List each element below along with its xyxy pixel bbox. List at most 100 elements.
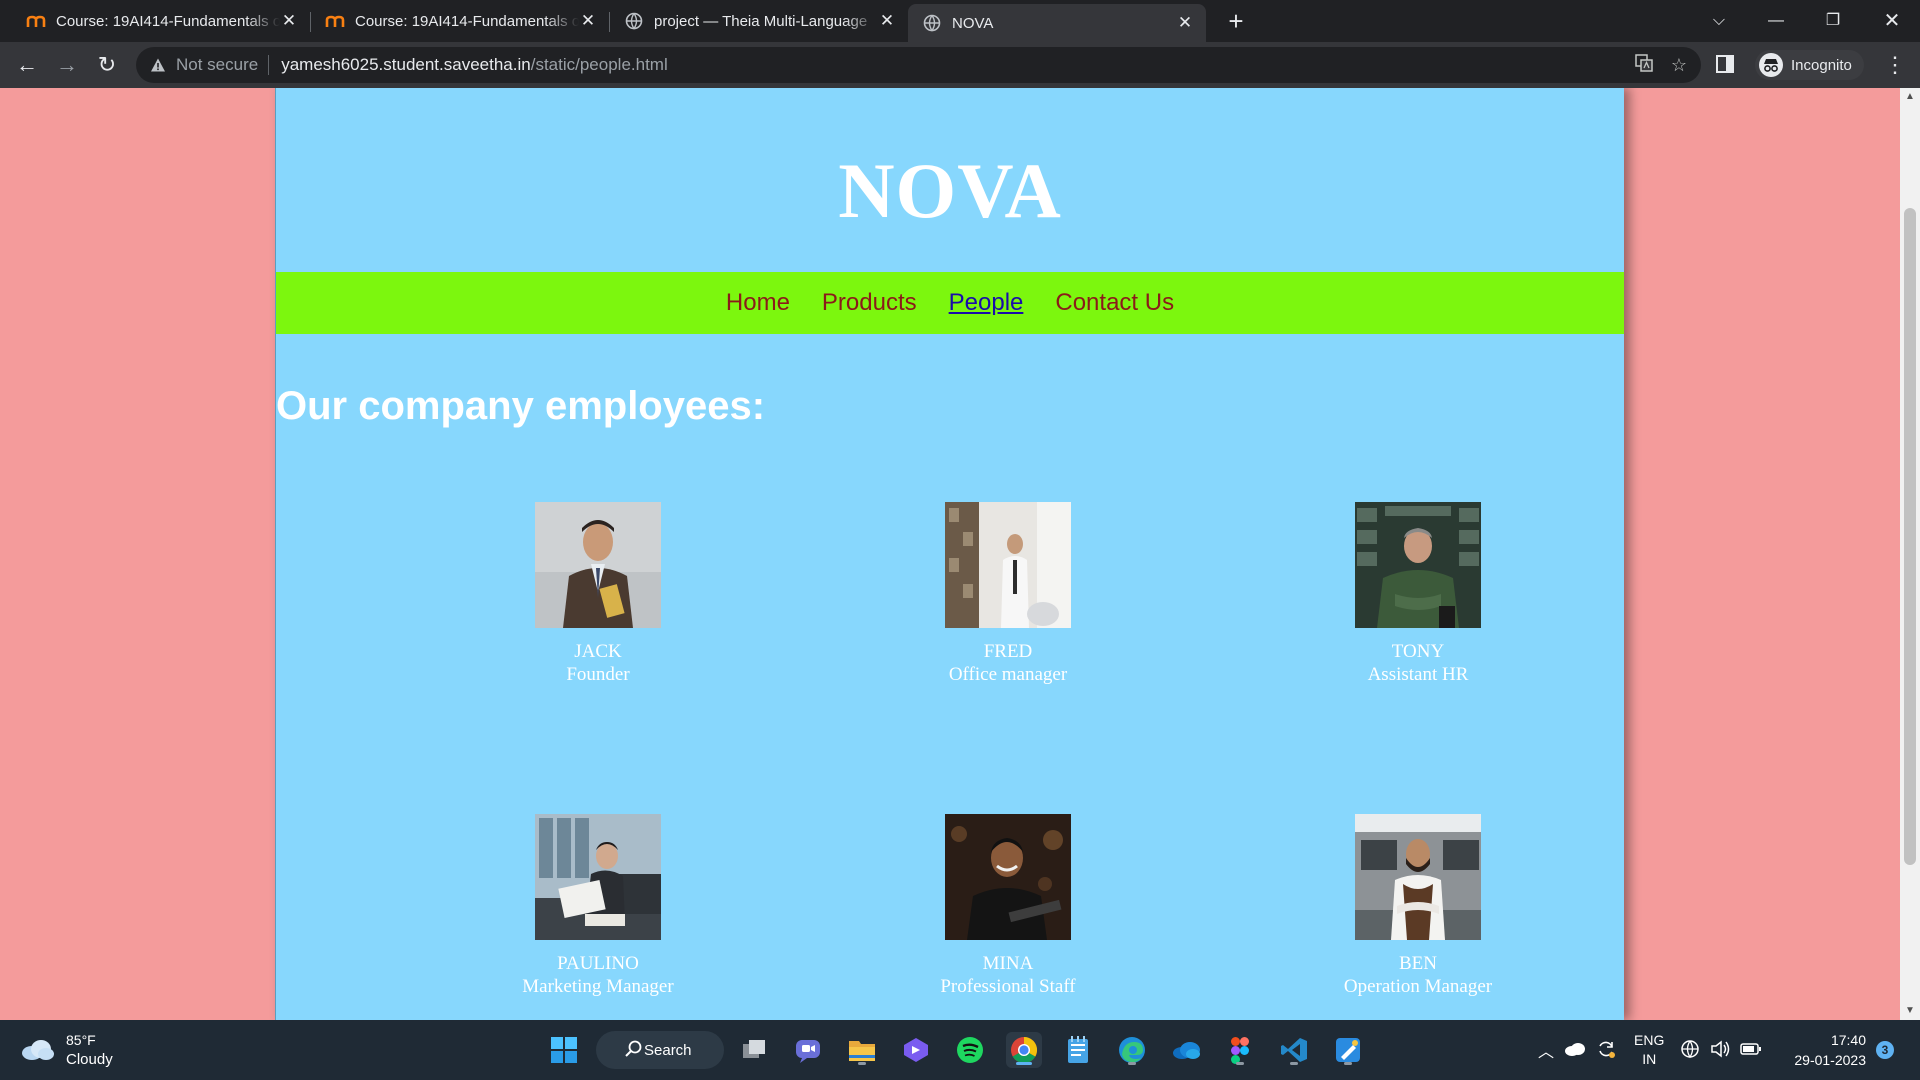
task-view-icon[interactable]	[736, 1032, 772, 1068]
forward-arrow-icon[interactable]: →	[52, 50, 82, 80]
vscode-icon[interactable]	[1276, 1032, 1312, 1068]
scroll-thumb[interactable]	[1904, 208, 1916, 865]
language-region: IN	[1642, 1051, 1657, 1067]
chevron-up-icon[interactable]: ︿	[1538, 1038, 1554, 1062]
tab-course-2[interactable]: Course: 19AI414-Fundamentals of ✕	[311, 4, 609, 38]
employee-name: JACK	[574, 641, 622, 662]
globe-icon	[624, 11, 644, 31]
employee-photo	[1355, 814, 1481, 940]
taskbar-search-button[interactable]: Search	[596, 1031, 724, 1069]
globe-icon	[922, 13, 942, 33]
close-icon[interactable]: ✕	[878, 11, 896, 31]
employee-name: FRED	[983, 641, 1033, 662]
windows-taskbar: 85°F Cloudy Search ︿ ENG IN 17:40 29-01-…	[0, 1020, 1920, 1080]
tab-strip: Course: 19AI414-Fundamentals of ✕ Course…	[0, 0, 1920, 42]
employee-photo	[945, 502, 1071, 628]
notification-count-badge[interactable]: 3	[1876, 1041, 1894, 1059]
tab-title: Course: 19AI414-Fundamentals of	[355, 12, 579, 30]
moodle-icon	[26, 11, 46, 31]
more-menu-icon[interactable]: ⋮	[1880, 50, 1910, 80]
employee-card: TONY Assistant HR	[1298, 502, 1538, 686]
employee-role: Assistant HR	[1367, 664, 1469, 685]
clock-date: 29-01-2023	[1794, 1052, 1866, 1068]
close-icon[interactable]: ✕	[280, 11, 298, 31]
close-icon[interactable]: ✕	[579, 11, 597, 31]
spotify-icon[interactable]	[952, 1032, 988, 1068]
employee-role: Founder	[566, 664, 630, 685]
copilot-app-icon[interactable]	[898, 1032, 934, 1068]
employee-photo	[945, 814, 1071, 940]
employee-name: PAULINO	[557, 953, 639, 974]
tab-title: project — Theia Multi-Language	[654, 12, 868, 30]
paint-app-icon[interactable]	[1330, 1032, 1366, 1068]
language-code: ENG	[1634, 1032, 1665, 1048]
scroll-up-arrow-icon[interactable]: ▲	[1900, 88, 1920, 106]
taskbar-clock[interactable]: 17:40 29-01-2023	[1786, 1030, 1866, 1070]
battery-icon[interactable]	[1740, 1042, 1762, 1059]
site-page: NOVA Home Products People Contact Us Our…	[275, 88, 1624, 1020]
employee-card: JACK Founder	[478, 502, 718, 686]
notepad-icon[interactable]	[1060, 1032, 1096, 1068]
incognito-profile-button[interactable]: Incognito	[1755, 50, 1864, 80]
cloud-icon	[22, 1040, 54, 1060]
language-indicator[interactable]: ENG IN	[1634, 1031, 1664, 1069]
translate-icon[interactable]	[1635, 53, 1653, 77]
file-explorer-icon[interactable]	[844, 1032, 880, 1068]
omnibox-divider	[268, 55, 270, 75]
weather-widget[interactable]: 85°F Cloudy	[20, 1031, 113, 1069]
weather-description: Cloudy	[66, 1051, 113, 1068]
nav-link-contact-us[interactable]: Contact Us	[1055, 289, 1174, 317]
start-windows-icon[interactable]	[546, 1032, 582, 1068]
tab-course-1[interactable]: Course: 19AI414-Fundamentals of ✕	[12, 4, 310, 38]
employee-role: Operation Manager	[1343, 976, 1493, 997]
nav-link-people[interactable]: People	[949, 289, 1024, 317]
employee-name: MINA	[982, 953, 1034, 974]
employee-card: FRED Office manager	[888, 502, 1128, 686]
address-bar[interactable]: Not secure yamesh6025.student.saveetha.i…	[136, 47, 1701, 83]
sync-icon[interactable]	[1596, 1039, 1616, 1062]
minimize-icon[interactable]: —	[1756, 6, 1796, 36]
page-viewport: NOVA Home Products People Contact Us Our…	[0, 88, 1920, 1020]
incognito-icon	[1759, 53, 1783, 77]
tab-search-chevron-icon[interactable]: ⌵	[1699, 6, 1739, 36]
network-globe-icon[interactable]	[1680, 1039, 1700, 1062]
running-indicator	[1290, 1062, 1298, 1065]
tab-title: NOVA	[952, 14, 994, 32]
nav-link-products[interactable]: Products	[822, 289, 917, 317]
running-indicator	[1344, 1062, 1352, 1065]
employee-name: TONY	[1391, 641, 1445, 662]
employee-photo	[535, 502, 661, 628]
security-status-label[interactable]: Not secure	[176, 55, 258, 75]
side-panel-icon[interactable]	[1716, 55, 1734, 73]
edge-browser-icon[interactable]	[1114, 1032, 1150, 1068]
warning-triangle-icon[interactable]	[150, 57, 166, 73]
search-icon	[624, 1040, 642, 1062]
url-host: yamesh6025.student.saveetha.in	[281, 55, 531, 74]
onedrive-tray-icon[interactable]	[1564, 1042, 1586, 1059]
window-close-icon[interactable]: ✕	[1872, 6, 1912, 36]
site-navbar: Home Products People Contact Us	[276, 272, 1624, 334]
active-indicator	[1016, 1062, 1032, 1065]
tab-theia-project[interactable]: project — Theia Multi-Language ✕	[610, 4, 908, 38]
chrome-icon[interactable]	[1006, 1032, 1042, 1068]
section-title: Our company employees:	[276, 384, 766, 428]
restore-icon[interactable]: ❐	[1813, 6, 1853, 36]
teams-chat-icon[interactable]	[790, 1032, 826, 1068]
employee-role: Office manager	[948, 664, 1068, 685]
employee-photo	[1355, 502, 1481, 628]
close-icon[interactable]: ✕	[1176, 13, 1194, 33]
new-tab-plus-icon[interactable]: +	[1222, 7, 1250, 35]
bookmark-star-icon[interactable]: ☆	[1671, 55, 1687, 76]
back-arrow-icon[interactable]: ←	[12, 50, 42, 80]
reload-icon[interactable]: ↻	[92, 50, 122, 80]
scroll-down-arrow-icon[interactable]: ▼	[1900, 1002, 1920, 1020]
figma-icon[interactable]	[1222, 1032, 1258, 1068]
page-scrollbar[interactable]: ▲ ▼	[1900, 88, 1920, 1020]
onedrive-icon[interactable]	[1168, 1032, 1204, 1068]
volume-icon[interactable]	[1710, 1039, 1730, 1062]
nav-link-home[interactable]: Home	[726, 289, 790, 317]
moodle-icon	[325, 11, 345, 31]
tab-nova[interactable]: NOVA ✕	[908, 4, 1206, 42]
employee-name: BEN	[1399, 953, 1437, 974]
employee-role: Marketing Manager	[522, 976, 674, 997]
